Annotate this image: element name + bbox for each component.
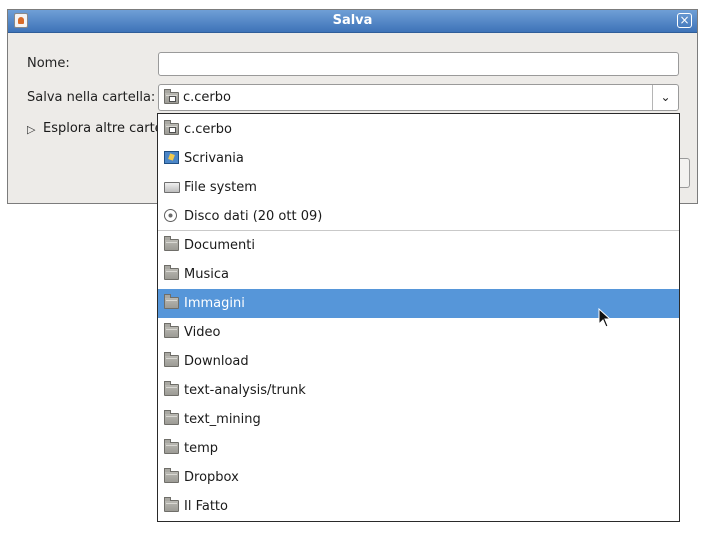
folder-combo[interactable]: c.cerbo ⌄ bbox=[158, 84, 679, 111]
dropdown-item[interactable]: temp bbox=[158, 434, 679, 463]
mouse-pointer-icon bbox=[598, 308, 612, 328]
folder-combo-value: c.cerbo bbox=[183, 90, 231, 105]
dropdown-item[interactable]: Musica bbox=[158, 260, 679, 289]
window-title: Salva bbox=[332, 13, 373, 28]
dropdown-item[interactable]: Il Fatto bbox=[158, 492, 679, 521]
name-input[interactable] bbox=[158, 52, 679, 76]
dropdown-item-label: Video bbox=[184, 325, 221, 340]
dropdown-item[interactable]: Download bbox=[158, 347, 679, 376]
dropdown-item[interactable]: Documenti bbox=[158, 231, 679, 260]
disc-icon bbox=[164, 209, 180, 223]
folder-icon bbox=[164, 352, 180, 368]
dropdown-item-label: Musica bbox=[184, 267, 229, 282]
folder-label: Salva nella cartella: bbox=[27, 90, 156, 105]
dropdown-item-label: text-analysis/trunk bbox=[184, 383, 306, 398]
dropdown-item[interactable]: Disco dati (20 ott 09) bbox=[158, 202, 679, 231]
folder-icon bbox=[164, 410, 180, 426]
folder-icon bbox=[164, 294, 180, 310]
name-label: Nome: bbox=[27, 56, 70, 71]
dropdown-item[interactable]: File system bbox=[158, 173, 679, 202]
dropdown-item-label: text_mining bbox=[184, 412, 261, 427]
dropdown-item-label: Download bbox=[184, 354, 249, 369]
dropdown-item-label: Disco dati (20 ott 09) bbox=[184, 209, 323, 224]
dropdown-item-label: Dropbox bbox=[184, 470, 239, 485]
dropdown-item-label: Immagini bbox=[184, 296, 245, 311]
folder-icon bbox=[164, 497, 180, 513]
dropdown-item-label: Documenti bbox=[184, 238, 255, 253]
dropdown-item[interactable]: Dropbox bbox=[158, 463, 679, 492]
home-folder-icon bbox=[164, 89, 179, 104]
title-bar[interactable]: Salva × bbox=[8, 10, 697, 33]
home-folder-icon bbox=[164, 120, 180, 136]
dropdown-item[interactable]: text-analysis/trunk bbox=[158, 376, 679, 405]
expander-triangle-icon: ▷ bbox=[27, 123, 36, 136]
dropdown-item-label: Il Fatto bbox=[184, 499, 228, 514]
browse-folders-label: Esplora altre carte bbox=[43, 121, 163, 136]
desktop-icon bbox=[164, 151, 180, 165]
folder-icon bbox=[164, 236, 180, 252]
folder-icon bbox=[164, 468, 180, 484]
dropdown-item-label: File system bbox=[184, 180, 257, 195]
dropdown-item[interactable]: Scrivania bbox=[158, 144, 679, 173]
folder-icon bbox=[164, 323, 180, 339]
dropdown-item[interactable]: c.cerbo bbox=[158, 115, 679, 144]
dropdown-item-label: temp bbox=[184, 441, 219, 456]
chevron-down-icon[interactable]: ⌄ bbox=[652, 85, 678, 110]
folder-icon bbox=[164, 381, 180, 397]
folder-icon bbox=[164, 265, 180, 281]
folder-icon bbox=[164, 439, 180, 455]
dropdown-item-label: c.cerbo bbox=[184, 122, 232, 137]
drive-icon bbox=[164, 180, 180, 194]
close-button[interactable]: × bbox=[677, 13, 692, 28]
dropdown-item-label: Scrivania bbox=[184, 151, 244, 166]
dropdown-item[interactable]: text_mining bbox=[158, 405, 679, 434]
